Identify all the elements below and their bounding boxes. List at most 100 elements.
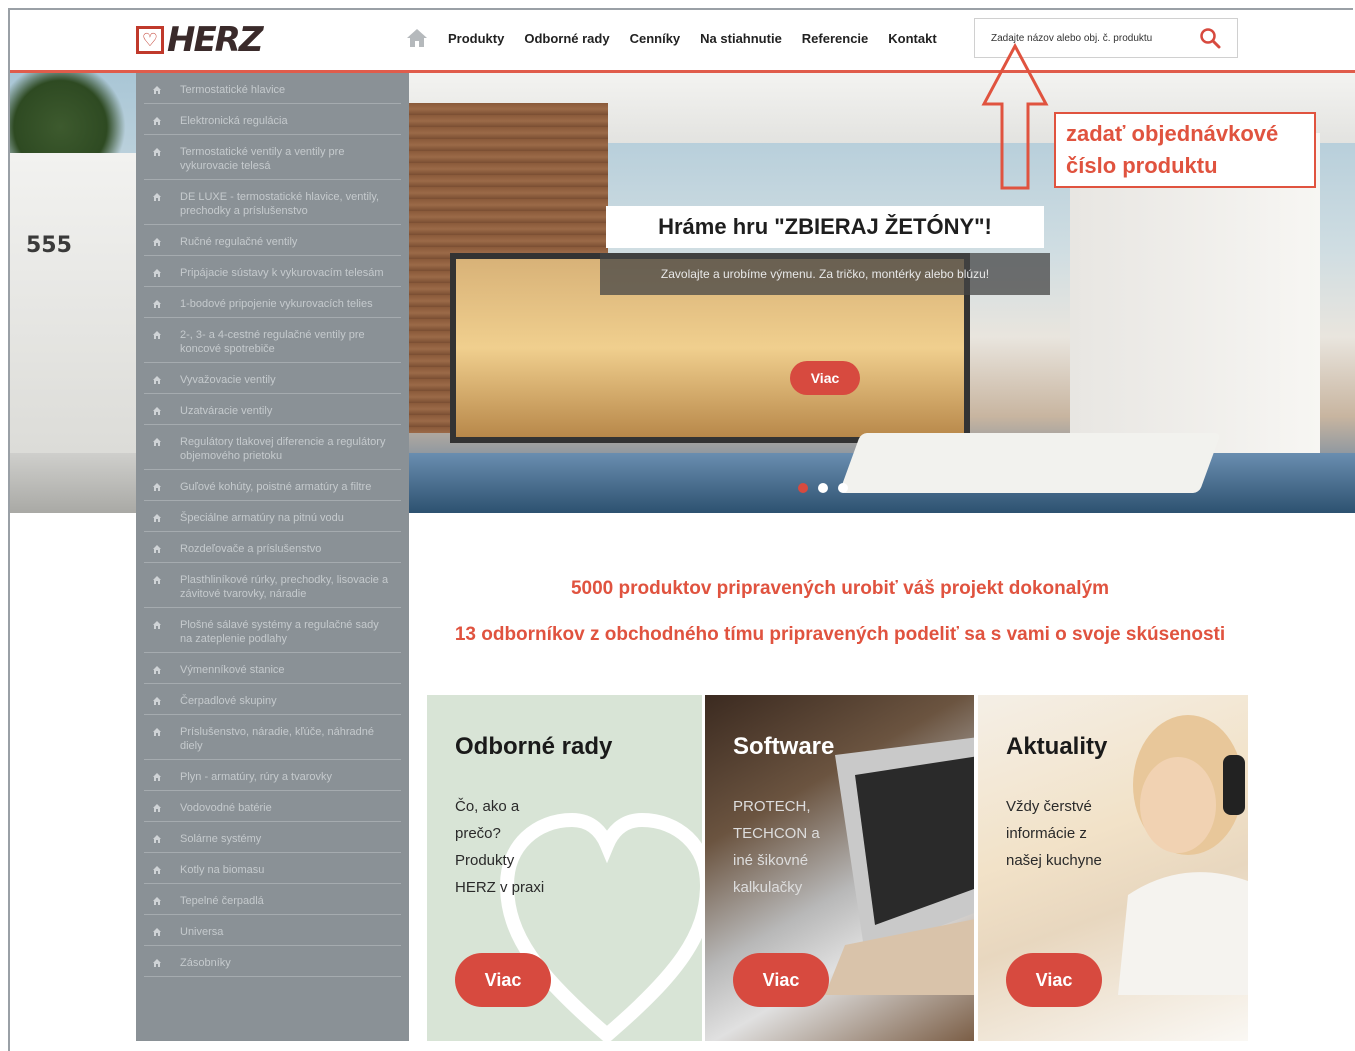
card-aktuality[interactable]: Aktuality Vždy čerstvé informácie z naše…: [978, 695, 1248, 1041]
hero-more-button[interactable]: Viac: [790, 361, 860, 395]
bullet-icon: [153, 331, 161, 339]
hero-lounger: [839, 433, 1221, 493]
card-more-button[interactable]: Viac: [455, 953, 551, 1007]
nav-referencie[interactable]: Referencie: [802, 31, 868, 46]
sidebar-item[interactable]: Vodovodné batérie: [144, 791, 401, 822]
annotation-line-1: zadať objednávkové: [1066, 121, 1279, 146]
sidebar-item[interactable]: Uzatváracie ventily: [144, 394, 401, 425]
sidebar-item[interactable]: Špeciálne armatúry na pitnú vodu: [144, 501, 401, 532]
sidebar-item[interactable]: Solárne systémy: [144, 822, 401, 853]
sidebar-item[interactable]: 1-bodové pripojenie vykurovacích telies: [144, 287, 401, 318]
sidebar-item[interactable]: Universa: [144, 915, 401, 946]
annotation-line-2: číslo produktu: [1066, 153, 1218, 178]
bullet-icon: [153, 545, 161, 553]
nav-na-stiahnutie[interactable]: Na stiahnutie: [700, 31, 782, 46]
slider-dots: [798, 483, 848, 493]
sidebar-item-label: Čerpadlové skupiny: [180, 695, 277, 707]
sidebar-item[interactable]: Zásobníky: [144, 946, 401, 977]
sidebar-item-label: Universa: [180, 926, 224, 938]
heart-icon: ♡: [136, 26, 164, 54]
hero-title-box: Hráme hru "ZBIERAJ ŽETÓNY"!: [606, 206, 1044, 248]
bullet-icon: [153, 86, 161, 94]
bullet-icon: [153, 238, 161, 246]
nav-kontakt[interactable]: Kontakt: [888, 31, 936, 46]
sidebar-item-label: Rozdeľovače a príslušenstvo: [180, 543, 322, 555]
bullet-icon: [153, 148, 161, 156]
card-software[interactable]: Software PROTECH, TECHCON a iné šikovné …: [705, 695, 974, 1041]
card-text: PROTECH, TECHCON a iné šikovné kalkulačk…: [733, 798, 820, 896]
card-title: Aktuality: [1006, 733, 1108, 760]
hero-subtitle-box: Zavolajte a urobíme výmenu. Za tričko, m…: [600, 253, 1050, 295]
sidebar-item-label: Príslušenstvo, náradie, kľúče, náhradné …: [180, 726, 374, 752]
main-nav: Produkty Odborné rady Cenníky Na stiahnu…: [406, 28, 937, 48]
bullet-icon: [153, 773, 161, 781]
card-more-button[interactable]: Viac: [733, 953, 829, 1007]
sidebar-item-label: Ručné regulačné ventily: [180, 236, 298, 248]
sidebar-item-label: Tepelné čerpadlá: [180, 895, 264, 907]
sidebar-item[interactable]: Termostatické hlavice: [144, 73, 401, 104]
card-more-button[interactable]: Viac: [1006, 953, 1102, 1007]
bullet-icon: [153, 269, 161, 277]
sidebar-item-label: Regulátory tlakovej diferencie a regulát…: [180, 436, 386, 462]
sidebar-item[interactable]: Regulátory tlakovej diferencie a regulát…: [144, 425, 401, 470]
house-number: 555: [26, 233, 72, 258]
sidebar-item[interactable]: Plasthliníkové rúrky, prechodky, lisovac…: [144, 563, 401, 608]
hero-subtitle: Zavolajte a urobíme výmenu. Za tričko, m…: [660, 267, 990, 281]
card-title: Odborné rady: [455, 733, 613, 760]
sidebar-item-label: Elektronická regulácia: [180, 115, 288, 127]
sidebar-item[interactable]: DE LUXE - termostatické hlavice, ventily…: [144, 180, 401, 225]
sidebar-item[interactable]: Ručné regulačné ventily: [144, 225, 401, 256]
sidebar-item-label: Zásobníky: [180, 957, 231, 969]
sidebar-item[interactable]: Vyvažovacie ventily: [144, 363, 401, 394]
bullet-icon: [153, 728, 161, 736]
bullet-icon: [153, 666, 161, 674]
slider-dot-1[interactable]: [798, 483, 808, 493]
sidebar-item-label: Uzatváracie ventily: [180, 405, 273, 417]
sidebar-item-label: Guľové kohúty, poistné armatúry a filtre: [180, 481, 372, 493]
sidebar-item-label: 1-bodové pripojenie vykurovacích telies: [180, 298, 373, 310]
bullet-icon: [153, 514, 161, 522]
nav-odborne-rady[interactable]: Odborné rady: [524, 31, 609, 46]
sidebar-item[interactable]: Pripájacie sústavy k vykurovacím telesám: [144, 256, 401, 287]
woman-photo: [1118, 715, 1248, 995]
search-icon[interactable]: [1199, 27, 1221, 49]
sidebar-item[interactable]: Príslušenstvo, náradie, kľúče, náhradné …: [144, 715, 401, 760]
sidebar-item[interactable]: Termostatické ventily a ventily pre vyku…: [144, 135, 401, 180]
bullet-icon: [153, 483, 161, 491]
sidebar-item[interactable]: 2-, 3- a 4-cestné regulačné ventily pre …: [144, 318, 401, 363]
annotation-box: zadať objednávkové číslo produktu: [1054, 112, 1316, 188]
sidebar-item[interactable]: Výmenníkové stanice: [144, 653, 401, 684]
sidebar-item-label: Solárne systémy: [180, 833, 262, 845]
nav-cenniky[interactable]: Cenníky: [630, 31, 681, 46]
sidebar-item[interactable]: Elektronická regulácia: [144, 104, 401, 135]
nav-produkty[interactable]: Produkty: [448, 31, 504, 46]
sidebar-item[interactable]: Rozdeľovače a príslušenstvo: [144, 532, 401, 563]
sidebar-item[interactable]: Kotly na biomasu: [144, 853, 401, 884]
bullet-icon: [153, 117, 161, 125]
sidebar-item-label: Špeciálne armatúry na pitnú vodu: [180, 512, 344, 524]
bullet-icon: [153, 621, 161, 629]
sidebar-item-label: Kotly na biomasu: [180, 864, 265, 876]
slider-dot-2[interactable]: [818, 483, 828, 493]
sidebar-item[interactable]: Plyn - armatúry, rúry a tvarovky: [144, 760, 401, 791]
herz-logo[interactable]: ♡ HERZ: [136, 20, 264, 60]
slider-dot-3[interactable]: [838, 483, 848, 493]
bullet-icon: [153, 300, 161, 308]
sidebar-item-label: Termostatické hlavice: [180, 84, 286, 96]
sidebar-item[interactable]: Guľové kohúty, poistné armatúry a filtre: [144, 470, 401, 501]
sidebar-item[interactable]: Plošné sálavé systémy a regulačné sady n…: [144, 608, 401, 653]
sidebar-item[interactable]: Tepelné čerpadlá: [144, 884, 401, 915]
home-icon[interactable]: [406, 28, 428, 48]
tagline-experts: 13 odborníkov z obchodného tímu priprave…: [454, 624, 1226, 645]
sidebar-item-label: Vyvažovacie ventily: [180, 374, 276, 386]
hero-trees: [10, 73, 136, 163]
site-header: ♡ HERZ Produkty Odborné rady Cenníky Na …: [10, 10, 1355, 70]
bullet-icon: [153, 407, 161, 415]
bullet-icon: [153, 193, 161, 201]
sidebar-item-label: Plasthliníkové rúrky, prechodky, lisovac…: [180, 574, 389, 600]
card-text: Čo, ako a prečo? Produkty HERZ v praxi: [455, 798, 545, 896]
sidebar-item-label: Výmenníkové stanice: [180, 664, 285, 676]
card-odborne-rady[interactable]: Odborné rady Čo, ako a prečo? Produkty H…: [427, 695, 702, 1041]
sidebar-item[interactable]: Čerpadlové skupiny: [144, 684, 401, 715]
bullet-icon: [153, 835, 161, 843]
